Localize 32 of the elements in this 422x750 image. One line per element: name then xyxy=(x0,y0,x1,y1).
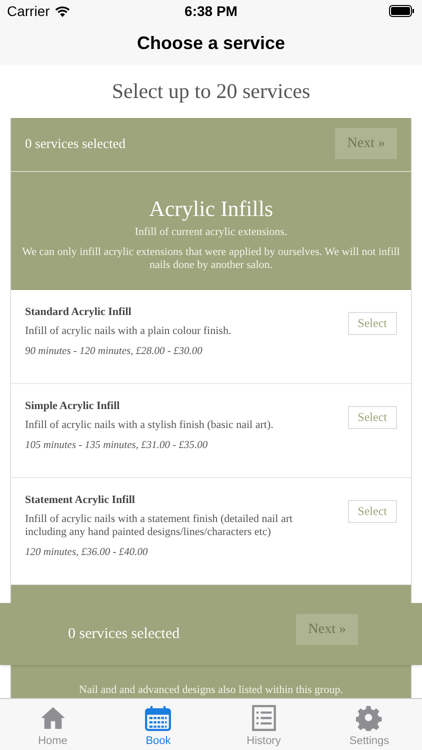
calendar-icon xyxy=(145,705,172,731)
service-details: 90 minutes - 120 minutes, £28.00 - £30.00 xyxy=(25,344,204,358)
service-name: Statement Acrylic Infill xyxy=(25,492,136,506)
selection-count: 0 services selected xyxy=(25,135,126,154)
service-details: 120 minutes, £36.00 - £40.00 xyxy=(25,546,149,558)
settings-icon xyxy=(356,705,382,731)
service-details: 105 minutes - 135 minutes, £31.00 - £35.00 xyxy=(25,438,209,452)
screen-title: Choose a service xyxy=(136,32,286,55)
service-description: Infill of acrylic nails with a statement finish (detailed nail art including any hand painted designs/lines/characters etc) xyxy=(25,512,294,538)
group-note: Nail and and advanced designs also listed within this group. xyxy=(79,684,343,696)
tab-bar-item[interactable]: Book xyxy=(106,699,211,750)
service-name: Simple Acrylic Infill xyxy=(25,398,121,412)
house-icon xyxy=(40,705,66,731)
service-name: Standard Acrylic Infill xyxy=(25,304,132,318)
clock-time: 6:38 PM xyxy=(184,2,238,20)
select-button[interactable]: Select xyxy=(348,312,397,334)
group-title: Acrylic Infills xyxy=(148,195,274,223)
group-subtitle: Infill of current acrylic extensions. xyxy=(134,225,288,240)
instruction-heading: Select up to 20 services xyxy=(112,78,310,105)
tab-bar-item[interactable]: Settings xyxy=(316,699,422,750)
group-note: We can only infill acrylic extensions that were applied by ourselves. We will not infill nails done by another salon. xyxy=(21,246,401,272)
wifi-icon xyxy=(54,6,70,16)
list-icon xyxy=(250,705,277,731)
select-button[interactable]: Select xyxy=(348,500,397,522)
carrier-label: Carrier xyxy=(7,2,50,20)
service-description: Infill of acrylic nails with a plain colour finish. xyxy=(25,324,232,338)
battery-icon xyxy=(389,5,415,17)
selection-count: 0 services selected xyxy=(68,624,180,644)
tab-bar-item[interactable]: Home xyxy=(0,699,106,750)
tab-bar-item[interactable]: History xyxy=(211,699,316,750)
service-description: Infill of acrylic nails with a stylish finish (basic nail art). xyxy=(25,418,274,432)
select-button[interactable]: Select xyxy=(348,406,397,428)
